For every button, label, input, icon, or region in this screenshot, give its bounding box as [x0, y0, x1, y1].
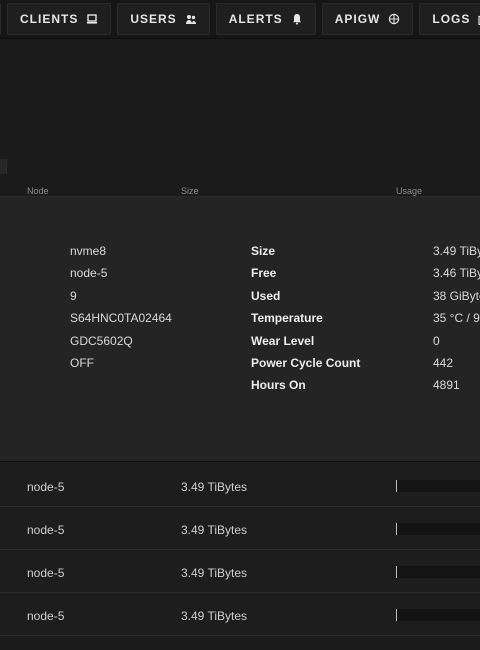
laptop-icon [86, 13, 98, 25]
wear-level-value: 0 [433, 334, 440, 348]
hours-on-value: 4891 [433, 378, 460, 392]
nav-users[interactable]: USERS [117, 3, 210, 35]
detail-row: node-5 Free 3.46 TiBy [0, 266, 480, 288]
table-header: Node Size Usage [0, 174, 480, 196]
usage-bar [396, 566, 480, 578]
wear-level-key: Wear Level [251, 334, 315, 348]
node-value: node-5 [70, 266, 108, 280]
usage-bar [396, 523, 480, 535]
nav-apigw[interactable]: APIGW [321, 3, 414, 35]
row-size: 3.49 TiBytes [181, 609, 248, 623]
led-status-value: OFF [70, 356, 94, 370]
detail-row: S64HNC0TA02464 Temperature 35 °C / 9 [0, 311, 480, 333]
header-node[interactable]: Node [27, 186, 49, 196]
temperature-value: 35 °C / 9 [433, 311, 480, 325]
row-node: node-5 [27, 609, 65, 623]
table-row[interactable]: node-5 3.49 TiBytes [0, 593, 480, 636]
free-key: Free [251, 266, 277, 280]
free-value: 3.46 TiBy [433, 266, 480, 280]
serial-value: S64HNC0TA02464 [70, 311, 172, 325]
users-icon [185, 13, 197, 25]
header-usage[interactable]: Usage [396, 186, 422, 196]
detail-row: GDC5602Q Wear Level 0 [0, 334, 480, 356]
temperature-key: Temperature [251, 311, 323, 325]
row-node: node-5 [27, 523, 65, 537]
drive-name-value: nvme8 [70, 244, 107, 258]
size-value: 3.49 TiBy [433, 244, 480, 258]
slot-value: 9 [70, 289, 77, 303]
nav-logs[interactable]: LOGS [419, 3, 480, 35]
table-row[interactable]: node-5 3.49 TiBytes [0, 550, 480, 593]
drive-detail-panel: nvme8 Size 3.49 TiBy node-5 Free 3.46 Ti… [0, 196, 480, 462]
row-node: node-5 [27, 480, 65, 494]
hours-on-key: Hours On [251, 378, 306, 392]
nav-users-label: USERS [130, 12, 177, 26]
top-navigation: CLIENTS USERS ALERTS APIGW LOGS [0, 0, 480, 39]
nav-logs-label: LOGS [432, 12, 471, 26]
row-node: node-5 [27, 566, 65, 580]
nav-alerts[interactable]: ALERTS [215, 3, 316, 35]
detail-row: OFF Power Cycle Count 442 [0, 356, 480, 378]
row-size: 3.49 TiBytes [181, 480, 248, 494]
row-size: 3.49 TiBytes [181, 566, 248, 580]
table-row[interactable]: node-5 3.49 TiBytes [0, 507, 480, 550]
usage-bar [396, 609, 480, 621]
page-top-area [0, 39, 480, 194]
bell-icon [291, 13, 303, 25]
nav-apigw-label: APIGW [334, 12, 381, 26]
detail-row: nvme8 Size 3.49 TiBy [0, 244, 480, 266]
nav-clients-label: CLIENTS [20, 12, 79, 26]
globe-icon [388, 13, 400, 25]
usage-bar [396, 480, 480, 492]
table-row[interactable]: node-5 3.49 TiBytes [0, 464, 480, 507]
used-value: 38 GiByte [433, 289, 480, 303]
power-cycle-value: 442 [433, 356, 454, 370]
nav-left-edge[interactable] [0, 4, 1, 34]
detail-row: 9 Used 38 GiByte [0, 289, 480, 311]
header-size[interactable]: Size [181, 186, 199, 196]
used-key: Used [251, 289, 281, 303]
row-size: 3.49 TiBytes [181, 523, 248, 537]
detail-row: Hours On 4891 [0, 378, 480, 400]
nav-clients[interactable]: CLIENTS [7, 3, 112, 35]
nav-alerts-label: ALERTS [228, 12, 283, 26]
power-cycle-key: Power Cycle Count [251, 356, 361, 370]
firmware-value: GDC5602Q [70, 334, 133, 348]
size-key: Size [251, 244, 276, 258]
